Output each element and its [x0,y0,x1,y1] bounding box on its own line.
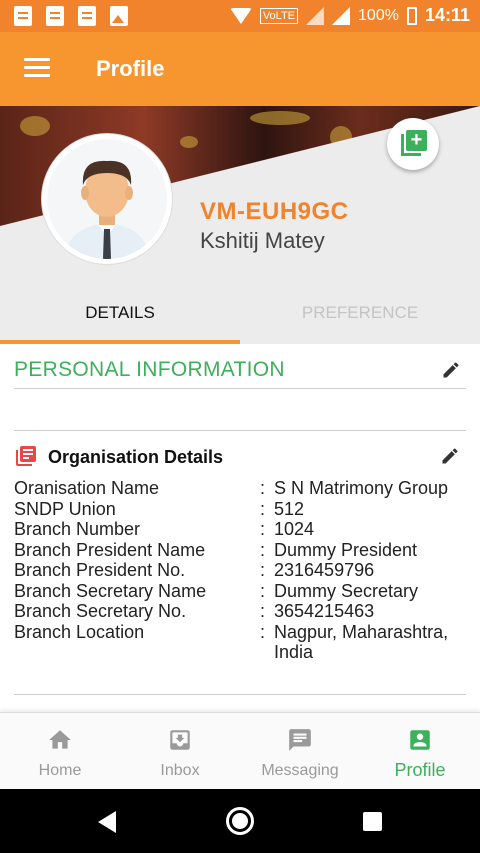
inbox-icon [167,727,193,753]
bottom-navigation: Home Inbox Messaging Profile [0,712,480,789]
status-indicators: VoLTE 100% 14:11 [229,5,470,26]
row-separator: : [260,560,266,580]
profile-name: Kshitij Matey [200,228,325,253]
profile-header: + VM-EUH9GC Kshitij Matey DETAILS PREFER… [0,106,480,344]
table-row: Branch Location : Nagpur, Maharashtra, I… [14,622,466,663]
organisation-icon [14,444,38,468]
divider [14,694,466,695]
row-label: SNDP Union [14,498,116,519]
profile-tabs: DETAILS PREFERENCE [0,296,480,344]
divider [14,388,466,389]
row-separator: : [260,601,266,621]
row-separator: : [260,580,266,601]
row-value: Nagpur, Maharashtra, India [274,621,449,663]
table-row: Branch President No. : 2316459796 [14,560,466,581]
add-photo-icon: + [401,130,427,156]
edit-personal-icon[interactable] [441,360,461,380]
row-value: S N Matrimony Group [274,478,449,498]
clock: 14:11 [424,5,470,25]
status-bar: VoLTE 100% 14:11 [0,0,480,32]
row-value: 2316459796 [274,560,375,580]
home-icon [47,727,73,753]
row-value: 3654215463 [274,601,375,621]
home-button-icon[interactable] [226,807,254,835]
row-label: Branch Secretary No. [14,601,187,621]
avatar[interactable] [42,134,172,264]
row-separator: : [260,519,266,539]
table-row: Branch Secretary No. : 3654215463 [14,601,466,622]
page-title: Profile [96,56,165,81]
row-separator: : [260,478,266,498]
nav-label: Inbox [160,762,200,779]
avatar-icon [47,139,167,259]
profile-icon [407,727,433,753]
signal-icon [306,6,325,25]
tab-details[interactable]: DETAILS [0,296,240,344]
nav-label: Messaging [261,762,339,779]
edit-organisation-icon[interactable] [440,446,460,466]
table-row: Branch Secretary Name : Dummy Secretary [14,581,466,602]
row-separator: : [260,498,266,519]
message-icon [287,727,313,753]
section-title-personal: PERSONAL INFORMATION [14,358,285,381]
back-icon[interactable] [98,811,116,833]
row-label: Oranisation Name [14,478,160,498]
row-value: 1024 [274,519,315,539]
row-label: Branch President Name [14,539,206,560]
system-navigation-bar [0,789,480,853]
organisation-details-table: Oranisation Name : S N Matrimony Group S… [14,478,466,663]
row-value: 512 [274,498,305,519]
nav-inbox[interactable]: Inbox [120,713,240,790]
table-row: Branch Number : 1024 [14,519,466,540]
notification-note-icon [78,6,96,26]
nav-messaging[interactable]: Messaging [240,713,360,790]
nav-label: Home [38,762,82,779]
table-row: SNDP Union : 512 [14,499,466,520]
divider [14,430,466,431]
details-content[interactable]: PERSONAL INFORMATION Organisation Detail… [0,344,480,712]
notification-image-icon [110,6,128,26]
app-bar: Profile [0,32,480,106]
nav-label: Profile [394,760,446,780]
row-label: Branch President No. [14,560,186,580]
row-value: Dummy President [274,539,418,560]
battery-percent: 100% [358,6,399,24]
recent-apps-icon[interactable] [363,812,382,831]
battery-icon [406,6,417,25]
profile-id: VM-EUH9GC [200,198,349,225]
nav-profile[interactable]: Profile [360,713,480,790]
row-separator: : [260,539,266,560]
organisation-title: Organisation Details [48,447,224,467]
row-separator: : [260,621,266,642]
row-label: Branch Secretary Name [14,580,207,601]
tab-preference[interactable]: PREFERENCE [240,296,480,344]
table-row: Branch President Name : Dummy President [14,540,466,561]
wifi-icon [229,7,252,24]
row-value: Dummy Secretary [274,580,419,601]
row-label: Branch Location [14,621,145,642]
hamburger-menu-icon[interactable] [24,58,50,78]
row-label: Branch Number [14,519,141,539]
signal-icon [332,6,351,25]
add-photo-button[interactable]: + [387,118,439,170]
notification-note-icon [46,6,64,26]
notification-icons [14,6,128,26]
nav-home[interactable]: Home [0,713,120,790]
table-row: Oranisation Name : S N Matrimony Group [14,478,466,499]
notification-note-icon [14,6,32,26]
volte-badge: VoLTE [259,7,299,24]
